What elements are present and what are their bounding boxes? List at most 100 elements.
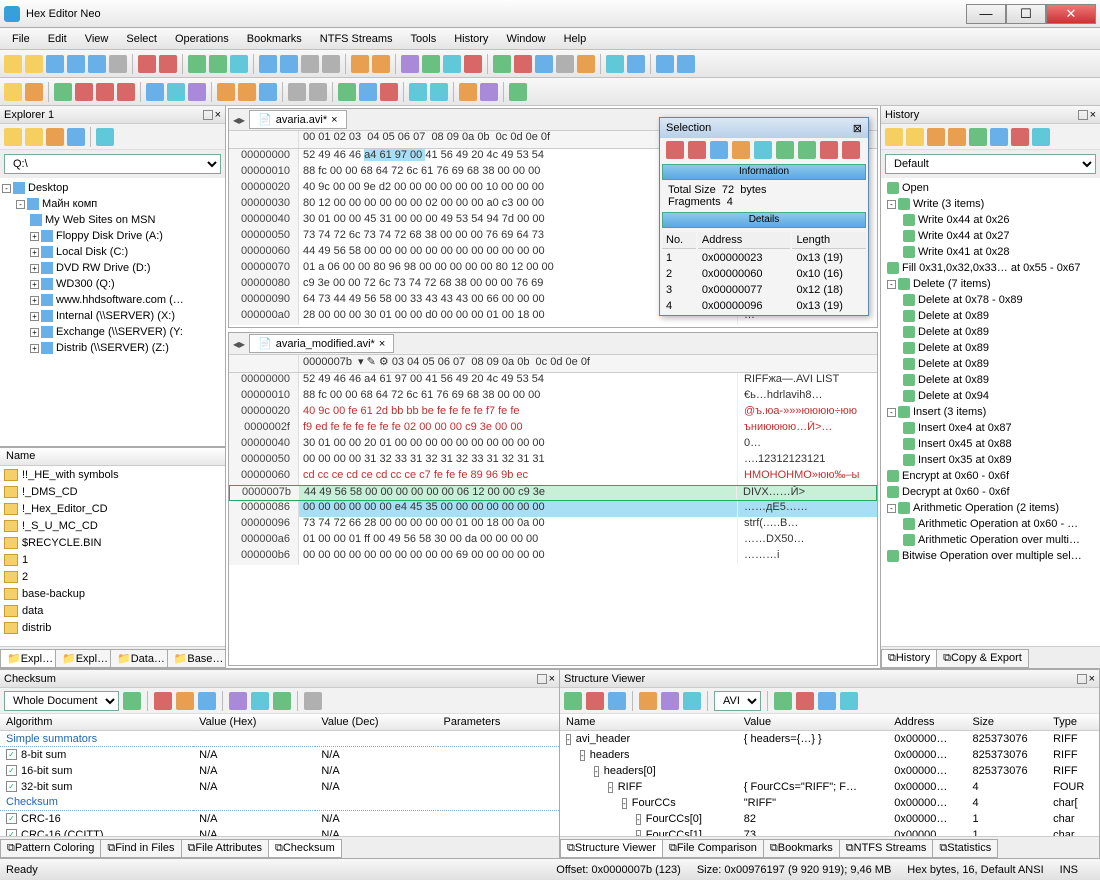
toolbar-icon[interactable] — [25, 83, 43, 101]
history-item[interactable]: Arithmetic Operation over multi… — [883, 532, 1098, 548]
toolbar-icon[interactable] — [656, 55, 674, 73]
menu-ntfs-streams[interactable]: NTFS Streams — [312, 31, 401, 47]
toolbar-icon[interactable] — [75, 83, 93, 101]
sel-tool-icon[interactable] — [710, 141, 728, 159]
sigma-icon[interactable] — [229, 692, 247, 710]
explorer-tab[interactable]: 📁Expl… — [55, 649, 111, 668]
pin-icon[interactable] — [203, 110, 213, 120]
history-tool-icon[interactable] — [990, 128, 1008, 146]
toolbar-icon[interactable] — [556, 55, 574, 73]
maximize-button[interactable]: ☐ — [1006, 4, 1046, 24]
toolbar-icon[interactable] — [401, 55, 419, 73]
toolbar-icon[interactable] — [422, 55, 440, 73]
toolbar-icon[interactable] — [380, 83, 398, 101]
menu-window[interactable]: Window — [498, 31, 553, 47]
menu-operations[interactable]: Operations — [167, 31, 237, 47]
tree-item[interactable]: +Distrib (\\SERVER) (Z:) — [2, 340, 223, 356]
sel-tool-icon[interactable] — [666, 141, 684, 159]
folder-up-icon[interactable] — [4, 128, 22, 146]
tree-item[interactable]: +DVD RW Drive (D:) — [2, 260, 223, 276]
history-tool-icon[interactable] — [1011, 128, 1029, 146]
tab-nav-left[interactable]: ◂▸ — [233, 113, 245, 127]
toolbar-icon[interactable] — [606, 55, 624, 73]
toolbar-icon[interactable] — [88, 55, 106, 73]
toolbar-icon[interactable] — [535, 55, 553, 73]
toolbar-icon[interactable] — [259, 55, 277, 73]
history-tool-icon[interactable] — [1032, 128, 1050, 146]
structure-tab[interactable]: ⧉Structure Viewer — [560, 839, 663, 858]
checksum-tab[interactable]: ⧉Checksum — [268, 839, 342, 858]
checksum-scope-dropdown[interactable]: Whole Document — [4, 691, 119, 711]
menu-file[interactable]: File — [4, 31, 38, 47]
list-item[interactable]: $RECYCLE.BIN — [0, 534, 225, 551]
history-item[interactable]: Delete at 0x89 — [883, 356, 1098, 372]
toolbar-icon[interactable] — [509, 83, 527, 101]
menu-tools[interactable]: Tools — [403, 31, 445, 47]
toolbar-icon[interactable] — [514, 55, 532, 73]
toolbar-icon[interactable] — [351, 55, 369, 73]
list-item[interactable]: base-backup — [0, 585, 225, 602]
toolbar-icon[interactable] — [188, 83, 206, 101]
history-tree[interactable]: Open-Write (3 items)Write 0x44 at 0x26Wr… — [881, 178, 1100, 646]
menu-help[interactable]: Help — [556, 31, 595, 47]
toolbar-icon[interactable] — [167, 83, 185, 101]
sel-tool-icon[interactable] — [776, 141, 794, 159]
list-item[interactable]: !!_HE_with symbols — [0, 466, 225, 483]
toolbar-icon[interactable] — [238, 83, 256, 101]
list-item[interactable]: !_S_U_MC_CD — [0, 517, 225, 534]
folder-icon[interactable] — [46, 128, 64, 146]
tree-item[interactable]: My Web Sites on MSN — [2, 212, 223, 228]
structure-tab[interactable]: ⧉File Comparison — [662, 839, 764, 858]
history-item[interactable]: -Write (3 items) — [883, 196, 1098, 212]
explorer-tab[interactable]: 📁Data… — [110, 649, 168, 668]
list-item[interactable]: data — [0, 602, 225, 619]
explorer-tree[interactable]: -Desktop-Майн компMy Web Sites on MSN+Fl… — [0, 178, 225, 446]
menu-edit[interactable]: Edit — [40, 31, 75, 47]
toolbar-icon[interactable] — [430, 83, 448, 101]
drive-dropdown[interactable]: Q:\ — [4, 154, 221, 174]
explorer-tab[interactable]: 📁Expl… — [0, 649, 56, 668]
history-item[interactable]: Delete at 0x89 — [883, 340, 1098, 356]
list-item[interactable]: !_DMS_CD — [0, 483, 225, 500]
toolbar-icon[interactable] — [259, 83, 277, 101]
checksum-tab[interactable]: ⧉Pattern Coloring — [0, 839, 101, 858]
toolbar-icon[interactable] — [409, 83, 427, 101]
toolbar-icon[interactable] — [209, 55, 227, 73]
history-item[interactable]: Arithmetic Operation at 0x60 - … — [883, 516, 1098, 532]
view-icon[interactable] — [67, 128, 85, 146]
history-item[interactable]: Delete at 0x89 — [883, 308, 1098, 324]
history-item[interactable]: Bitwise Operation over multiple sel… — [883, 548, 1098, 564]
close-button[interactable]: ✕ — [1046, 4, 1096, 24]
history-tool-icon[interactable] — [885, 128, 903, 146]
tree-item[interactable]: +Local Disk (C:) — [2, 244, 223, 260]
selection-close-icon[interactable]: ⊠ — [853, 122, 862, 135]
history-item[interactable]: Delete at 0x78 - 0x89 — [883, 292, 1098, 308]
history-item[interactable]: -Arithmetic Operation (2 items) — [883, 500, 1098, 516]
sel-tool-icon[interactable] — [732, 141, 750, 159]
file-tab-2[interactable]: 📄 avaria_modified.avi* × — [249, 334, 394, 353]
toolbar-icon[interactable] — [4, 83, 22, 101]
toolbar-icon[interactable] — [577, 55, 595, 73]
menu-view[interactable]: View — [77, 31, 117, 47]
tree-item[interactable]: +WD300 (Q:) — [2, 276, 223, 292]
explorer-tab[interactable]: 📁Base… — [167, 649, 226, 668]
hex2-rows[interactable]: 0000000052 49 46 46 a4 61 97 00 41 56 49… — [229, 373, 877, 665]
sel-tool-icon[interactable] — [754, 141, 772, 159]
history-item[interactable]: Delete at 0x89 — [883, 324, 1098, 340]
sel-tool-icon[interactable] — [688, 141, 706, 159]
history-item[interactable]: Write 0x41 at 0x28 — [883, 244, 1098, 260]
history-item[interactable]: Insert 0x35 at 0x89 — [883, 452, 1098, 468]
toolbar-icon[interactable] — [230, 55, 248, 73]
list-item[interactable]: distrib — [0, 619, 225, 636]
checksum-tab[interactable]: ⧉Find in Files — [100, 839, 181, 858]
folder-list[interactable]: !!_HE_with symbols!_DMS_CD!_Hex_Editor_C… — [0, 466, 225, 646]
sel-tool-icon[interactable] — [842, 141, 860, 159]
history-item[interactable]: Delete at 0x89 — [883, 372, 1098, 388]
history-item[interactable]: -Insert (3 items) — [883, 404, 1098, 420]
history-tool-icon[interactable] — [927, 128, 945, 146]
toolbar-icon[interactable] — [117, 83, 135, 101]
toolbar-icon[interactable] — [138, 55, 156, 73]
toolbar-icon[interactable] — [480, 83, 498, 101]
folder-new-icon[interactable] — [25, 128, 43, 146]
structure-tab[interactable]: ⧉Statistics — [932, 839, 998, 858]
